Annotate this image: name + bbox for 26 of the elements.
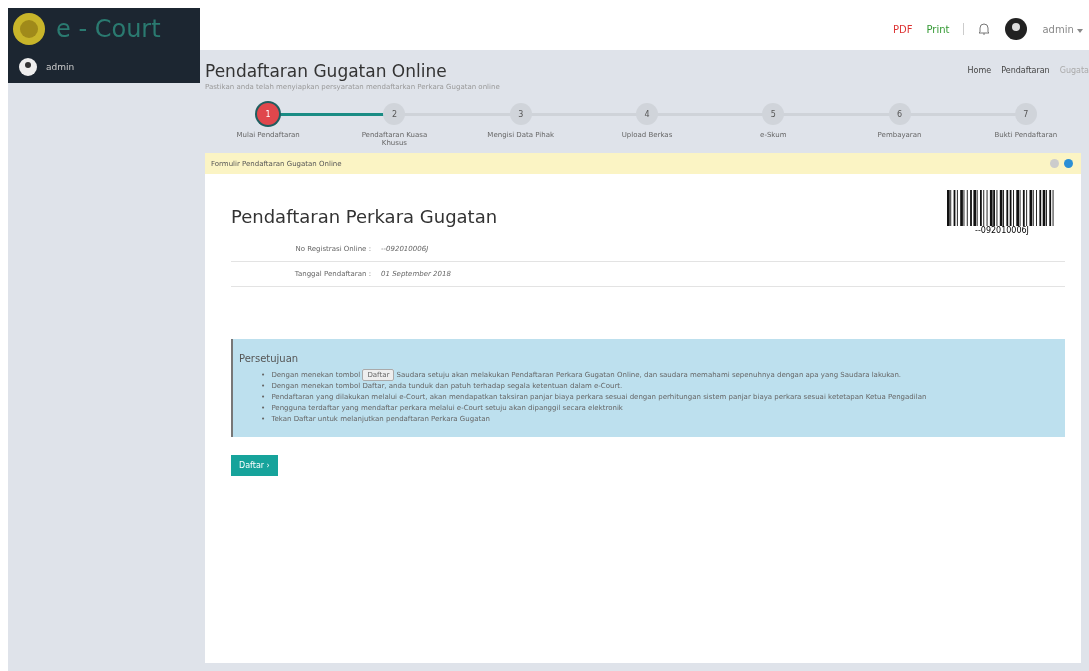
print-button[interactable]: Print: [926, 23, 950, 35]
step-number[interactable]: 6: [888, 103, 911, 125]
step-number[interactable]: 7: [1014, 103, 1037, 125]
bell-icon[interactable]: [978, 22, 991, 36]
step-number[interactable]: 2: [383, 103, 406, 125]
step-number[interactable]: 4: [636, 103, 658, 125]
logo-text: e - Court: [56, 15, 161, 43]
form-heading: Pendaftaran Perkara Gugatan: [231, 206, 498, 227]
step-number[interactable]: 3: [509, 103, 532, 125]
avatar-icon: [18, 56, 38, 77]
avatar-icon[interactable]: [1004, 17, 1029, 41]
user-menu[interactable]: admin: [1042, 23, 1083, 35]
emblem-icon: [12, 12, 46, 46]
step-number[interactable]: 5: [762, 103, 785, 125]
caret-icon: [1077, 28, 1083, 33]
step-number[interactable]: 1: [257, 103, 280, 125]
barcode-icon: [947, 190, 1057, 226]
agreement-title: Persetujuan: [239, 353, 300, 364]
settings-icon[interactable]: [1064, 159, 1073, 168]
sidebar-user: admin: [46, 61, 75, 72]
breadcrumb-link[interactable]: Home: [967, 66, 992, 91]
daftar-button[interactable]: Daftar ›: [231, 455, 278, 476]
page-title: Pendaftaran Gugatan Online: [205, 61, 448, 81]
breadcrumb-link[interactable]: Pendaftaran: [1001, 66, 1050, 91]
barcode-text: --092010006J: [975, 226, 1029, 235]
pdf-button[interactable]: PDF: [893, 23, 913, 35]
